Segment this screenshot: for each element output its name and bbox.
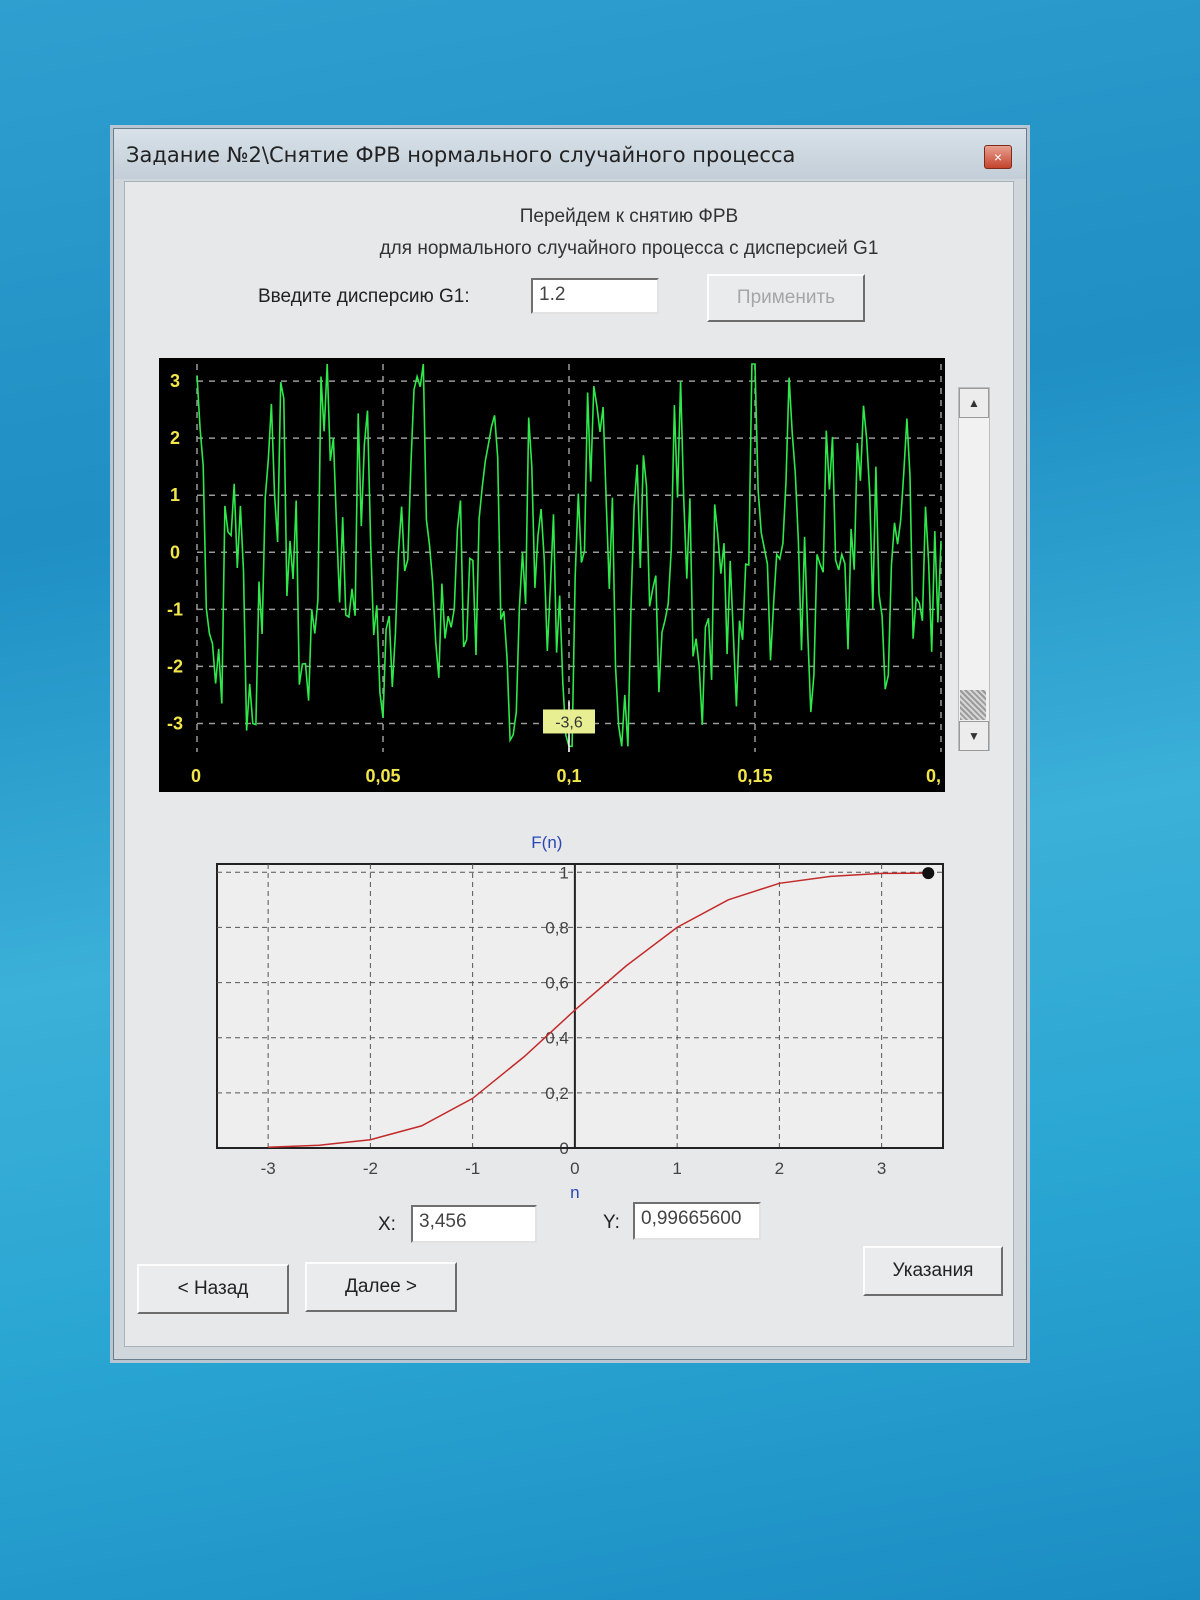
scope-scrollbar[interactable]: ▲ ▼: [958, 387, 990, 751]
scope-x-tick-label: 0: [191, 766, 201, 786]
cdf-y-tick-label: 0,6: [545, 974, 569, 993]
window-title: Задание №2\Снятие ФРВ нормального случай…: [126, 143, 796, 167]
cdf-chart: 00,20,40,60,81-3-2-10123F(n)n: [199, 822, 959, 1202]
cdf-y-axis-label: F(n): [531, 833, 562, 852]
scope-x-tick-label: 0,: [926, 766, 941, 786]
cdf-x-tick-label: -3: [261, 1159, 276, 1178]
intro-line-2: для нормального случайного процесса с ди…: [379, 238, 879, 259]
arrow-down-icon: ▼: [968, 729, 980, 743]
scope-x-tick-label: 0,05: [365, 766, 400, 786]
back-button[interactable]: < Назад: [137, 1264, 289, 1314]
cdf-x-tick-label: 2: [775, 1159, 784, 1178]
cdf-y-tick-label: 0,4: [545, 1029, 569, 1048]
title-bar[interactable]: Задание №2\Снятие ФРВ нормального случай…: [114, 129, 1026, 179]
cdf-x-tick-label: -1: [465, 1159, 480, 1178]
variance-input[interactable]: 1.2: [531, 278, 659, 314]
scope-y-tick-label: -2: [167, 656, 183, 676]
signal-plot: 3 2 1 0 -1 -2 -3 0 0,05 0,1 0,15 0, -3,6: [167, 363, 942, 786]
scope-y-tick-label: 2: [170, 428, 180, 448]
intro-line-1: Перейдем к снятию ФРВ: [519, 206, 739, 227]
scope-y-tick-label: 0: [170, 542, 180, 562]
scope-x-tick-label: 0,1: [556, 766, 581, 786]
scope-y-tick-label: -3: [167, 713, 183, 733]
cdf-cursor-point: [922, 867, 935, 880]
cdf-x-tick-label: 1: [672, 1159, 681, 1178]
x-coord-field: 3,456: [411, 1205, 537, 1243]
cdf-x-tick-label: -2: [363, 1159, 378, 1178]
cdf-y-tick-label: 0,8: [545, 918, 569, 937]
scope-y-tick-label: 3: [170, 371, 180, 391]
scope-x-tick-label: 0,15: [737, 766, 772, 786]
task-window: Задание №2\Снятие ФРВ нормального случай…: [113, 128, 1027, 1360]
cdf-x-tick-label: 3: [877, 1159, 886, 1178]
x-coord-label: X:: [378, 1214, 396, 1235]
signal-scope: 3 2 1 0 -1 -2 -3 0 0,05 0,1 0,15 0, -3,6: [159, 358, 945, 792]
close-button[interactable]: ×: [984, 145, 1012, 169]
next-button[interactable]: Далее >: [305, 1262, 457, 1312]
scroll-thumb[interactable]: [960, 690, 986, 720]
variance-label: Введите дисперсию G1:: [258, 286, 470, 307]
cdf-x-tick-label: 0: [570, 1159, 579, 1178]
scope-y-tick-label: -1: [167, 599, 183, 619]
cdf-x-axis-label: n: [570, 1183, 579, 1202]
scope-y-tick-label: 1: [170, 485, 180, 505]
hints-button[interactable]: Указания: [863, 1246, 1003, 1296]
arrow-up-icon: ▲: [968, 396, 980, 410]
apply-button[interactable]: Применить: [707, 274, 865, 322]
cdf-plot: 00,20,40,60,81-3-2-10123F(n)n: [216, 833, 944, 1202]
scope-marker-label: -3,6: [555, 714, 583, 731]
y-coord-field: 0,99665600: [633, 1202, 761, 1240]
cdf-y-tick-label: 1: [559, 863, 568, 882]
scroll-down-button[interactable]: ▼: [959, 721, 989, 751]
dialog-body: Перейдем к снятию ФРВ для нормального сл…: [124, 181, 1014, 1347]
close-icon: ×: [993, 149, 1003, 165]
cdf-y-tick-label: 0,2: [545, 1084, 569, 1103]
y-coord-label: Y:: [603, 1212, 620, 1233]
scroll-up-button[interactable]: ▲: [959, 388, 989, 418]
